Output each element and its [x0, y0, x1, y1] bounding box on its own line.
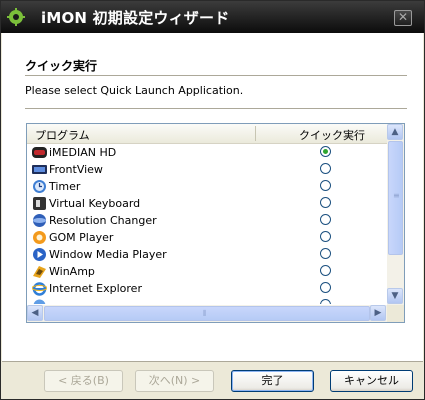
vertical-scroll-thumb[interactable]: ≡ — [388, 141, 403, 255]
column-header-quick-launch[interactable]: クイック実行 — [299, 127, 365, 143]
windows-media-player-icon — [33, 248, 46, 261]
application-list[interactable]: プログラム クイック実行 iMEDIAN HD FrontView Timer … — [26, 123, 405, 323]
back-button[interactable]: < 戻る(B) — [44, 370, 123, 392]
list-item[interactable]: Resolution Changer — [27, 212, 387, 229]
list-item-label: FrontView — [49, 163, 103, 176]
list-item[interactable]: Internet Explorer — [27, 280, 387, 297]
list-item-partial[interactable] — [27, 297, 387, 304]
list-header: プログラム クイック実行 — [27, 124, 387, 144]
close-icon: ✕ — [397, 10, 409, 24]
gear-icon — [7, 8, 25, 26]
finish-button[interactable]: 完了 — [231, 370, 314, 392]
frontview-icon — [32, 165, 47, 174]
grip-icon: ⦀ — [203, 309, 207, 318]
winamp-icon — [33, 266, 46, 278]
list-item-label: GOM Player — [49, 231, 114, 244]
quick-launch-radio[interactable] — [320, 214, 331, 225]
close-button[interactable]: ✕ — [394, 10, 412, 26]
imedian-hd-icon — [32, 147, 47, 158]
column-separator[interactable] — [255, 126, 256, 141]
timer-icon — [33, 180, 46, 193]
partial-item-icon — [33, 299, 46, 304]
quick-launch-radio[interactable] — [320, 248, 331, 259]
list-item[interactable]: Timer — [27, 178, 387, 195]
list-item[interactable]: GOM Player — [27, 229, 387, 246]
quick-launch-radio[interactable] — [320, 197, 331, 208]
button-area-divider — [2, 361, 423, 362]
list-item[interactable]: Virtual Keyboard — [27, 195, 387, 212]
horizontal-scroll-thumb[interactable]: ⦀ — [44, 306, 370, 321]
list-item[interactable]: FrontView — [27, 161, 387, 178]
scroll-up-button[interactable]: ▲ — [387, 124, 403, 140]
cancel-button[interactable]: キャンセル — [330, 370, 413, 392]
list-item-label: Timer — [49, 180, 81, 193]
divider — [25, 108, 407, 109]
scrollbar-corner — [387, 305, 404, 322]
list-item-label: Resolution Changer — [49, 214, 157, 227]
list-item-label: Virtual Keyboard — [49, 197, 141, 210]
wizard-window: iMON 初期設定ウィザード ✕ クイック実行 Please select Qu… — [0, 0, 425, 400]
virtual-keyboard-icon — [33, 197, 46, 210]
quick-launch-radio[interactable] — [320, 265, 331, 276]
horizontal-scrollbar[interactable]: ◀ ⦀ ▶ — [27, 305, 387, 322]
vertical-scrollbar[interactable]: ▲ ≡ ▼ — [387, 124, 404, 305]
list-item[interactable]: Window Media Player — [27, 246, 387, 263]
column-header-program[interactable]: プログラム — [35, 127, 90, 143]
list-item-label: Window Media Player — [49, 248, 167, 261]
list-item-label: iMEDIAN HD — [49, 146, 117, 159]
instruction-text: Please select Quick Launch Application. — [25, 84, 244, 97]
list-item[interactable]: WinAmp — [27, 263, 387, 280]
quick-launch-radio[interactable] — [320, 180, 331, 191]
window-title: iMON 初期設定ウィザード — [41, 9, 230, 27]
grip-icon: ≡ — [393, 191, 400, 200]
scroll-right-button[interactable]: ▶ — [370, 305, 386, 321]
quick-launch-radio[interactable] — [320, 231, 331, 242]
quick-launch-radio[interactable] — [320, 146, 331, 157]
radio-selected-dot — [323, 149, 328, 154]
quick-launch-radio[interactable] — [320, 282, 331, 293]
scroll-left-button[interactable]: ◀ — [27, 305, 43, 321]
list-item-label: WinAmp — [49, 265, 95, 278]
next-button[interactable]: 次へ(N) > — [135, 370, 214, 392]
section-title: クイック実行 — [25, 59, 98, 73]
list-rows: iMEDIAN HD FrontView Timer Virtual Keybo… — [27, 144, 387, 304]
resolution-changer-icon — [33, 214, 46, 227]
title-bar[interactable]: iMON 初期設定ウィザード ✕ — [1, 1, 424, 33]
scroll-down-button[interactable]: ▼ — [387, 288, 403, 304]
quick-launch-radio[interactable] — [320, 299, 331, 304]
gom-player-icon — [33, 231, 46, 244]
internet-explorer-icon — [32, 282, 47, 296]
divider — [25, 75, 407, 76]
list-item-label: Internet Explorer — [49, 282, 142, 295]
list-item[interactable]: iMEDIAN HD — [27, 144, 387, 161]
quick-launch-radio[interactable] — [320, 163, 331, 174]
